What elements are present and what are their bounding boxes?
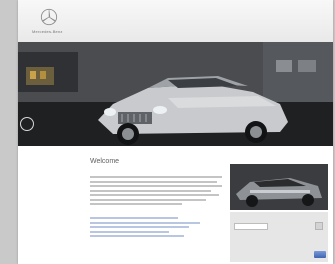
hero-badge-icon: [20, 117, 34, 131]
sidebar-car-image[interactable]: [230, 164, 328, 210]
website-page: Mercedes-Benz Welcome: [18, 0, 333, 264]
text-line: [90, 198, 207, 201]
sidebar-panel: [230, 212, 328, 262]
hero-car-image: [18, 42, 333, 146]
mercedes-star-logo-icon[interactable]: [40, 8, 58, 26]
dropdown-icon[interactable]: [315, 222, 323, 230]
link-list: [90, 217, 200, 240]
text-line: [90, 185, 222, 187]
text-line: [90, 180, 217, 183]
text-line: [90, 189, 212, 192]
model-select[interactable]: [234, 223, 268, 230]
text-link[interactable]: [90, 226, 189, 228]
hero-banner[interactable]: [18, 42, 333, 146]
text-link[interactable]: [90, 221, 200, 224]
sidebar-photo: [230, 164, 328, 210]
text-link[interactable]: [90, 230, 170, 233]
text-line: [90, 194, 220, 196]
site-header: Mercedes-Benz: [18, 0, 333, 42]
brand-name[interactable]: Mercedes-Benz: [32, 29, 63, 34]
text-line: [90, 176, 222, 178]
text-line: [90, 203, 183, 205]
main-content: Welcome: [18, 146, 333, 264]
go-button[interactable]: [314, 251, 326, 258]
welcome-paragraph: [90, 176, 222, 208]
text-link[interactable]: [90, 235, 184, 237]
welcome-heading: Welcome: [90, 158, 120, 165]
text-link[interactable]: [90, 217, 178, 219]
